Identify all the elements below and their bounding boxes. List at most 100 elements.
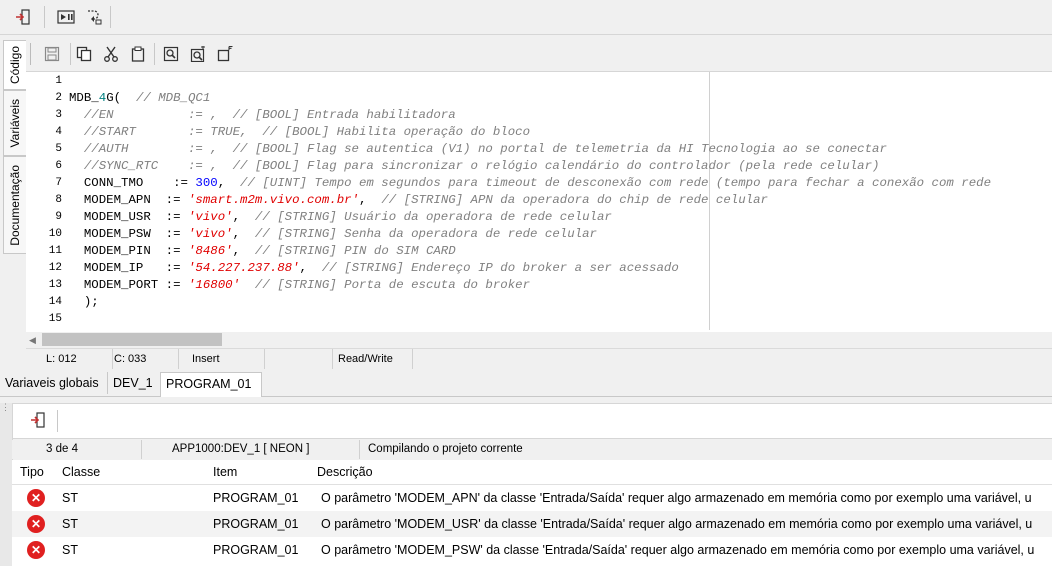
- tab-codigo[interactable]: Código: [3, 40, 26, 90]
- code-token: ,: [299, 261, 322, 275]
- device-info: APP1000:DEV_1 [ NEON ]: [142, 440, 360, 459]
- tab-variaveis-globais[interactable]: Variaveis globais: [0, 372, 108, 394]
- save-icon[interactable]: [42, 44, 62, 64]
- code-line[interactable]: MODEM_IP := '54.227.237.88', // [STRING]…: [69, 260, 679, 277]
- column-header-classe[interactable]: Classe: [54, 460, 206, 485]
- tab-dev-1[interactable]: DEV_1: [108, 372, 161, 394]
- tab-program-01[interactable]: PROGRAM_01: [160, 372, 262, 397]
- table-row[interactable]: ✕ ST PROGRAM_01 O parâmetro 'MODEM_PSW' …: [12, 537, 1052, 563]
- column-header-descricao[interactable]: Descrição: [309, 460, 1052, 485]
- code-token: ,: [232, 227, 255, 241]
- cell-item: PROGRAM_01: [213, 517, 299, 531]
- code-token: 300: [195, 176, 218, 190]
- toolbar-separator: [57, 410, 58, 432]
- column-header-tipo[interactable]: Tipo: [12, 460, 55, 485]
- exit-icon[interactable]: [28, 410, 48, 430]
- messages-statusbar: 3 de 4 APP1000:DEV_1 [ NEON ] Compilando…: [12, 440, 1052, 459]
- code-token: 'vivo': [187, 210, 233, 224]
- table-row[interactable]: ✕ ST PROGRAM_01 O parâmetro 'MODEM_USR' …: [12, 511, 1052, 537]
- code-token: // [STRING] APN da operadora do chip de …: [381, 193, 768, 207]
- messages-toolbar: [12, 403, 1052, 439]
- code-line[interactable]: CONN_TMO := 300, // [UINT] Tempo em segu…: [69, 175, 991, 192]
- code-line[interactable]: //EN := , // [BOOL] Entrada habilitadora: [69, 107, 456, 124]
- code-token: );: [69, 295, 99, 309]
- code-token: CONN_TMO :=: [69, 176, 196, 190]
- scrollbar-thumb[interactable]: [42, 333, 222, 346]
- code-line[interactable]: );: [69, 294, 99, 311]
- code-token: ,: [217, 176, 241, 190]
- line-number: 15: [48, 313, 62, 325]
- tab-variaveis[interactable]: Variáveis: [3, 90, 26, 156]
- code-token: //START := TRUE, // [BOOL] Habilita oper…: [69, 125, 531, 139]
- line-number: 7: [55, 177, 62, 189]
- code-line[interactable]: MDB_4G( // MDB_QC1: [69, 90, 210, 107]
- cursor-column: C: 033: [98, 349, 179, 369]
- toolbar-separator: [44, 6, 45, 28]
- step-into-icon[interactable]: [84, 7, 104, 27]
- code-line[interactable]: //START := TRUE, // [BOOL] Habilita oper…: [69, 124, 530, 141]
- line-number: 2: [55, 92, 62, 104]
- main-toolbar: [0, 0, 1052, 35]
- horizontal-scrollbar[interactable]: ◀: [26, 332, 1052, 347]
- code-token: MODEM_APN :=: [69, 193, 188, 207]
- find-icon[interactable]: [161, 44, 181, 64]
- line-number: 4: [55, 126, 62, 138]
- cell-classe: ST: [62, 543, 78, 557]
- code-token: // [STRING] Senha da operadora de rede c…: [254, 227, 597, 241]
- code-line[interactable]: MODEM_PORT := '16800' // [STRING] Porta …: [69, 277, 530, 294]
- code-line[interactable]: MODEM_APN := 'smart.m2m.vivo.com.br', //…: [69, 192, 768, 209]
- toolbar-separator: [70, 43, 71, 65]
- code-line[interactable]: MODEM_PIN := '8486', // [STRING] PIN do …: [69, 243, 456, 260]
- line-number: 8: [55, 194, 62, 206]
- scroll-left-icon[interactable]: ◀: [29, 335, 36, 346]
- code-token: //EN := , // [BOOL] Entrada habilitadora: [69, 108, 456, 122]
- code-token: // MDB_QC1: [135, 91, 211, 105]
- exit-icon[interactable]: [13, 7, 33, 27]
- error-icon: ✕: [27, 489, 45, 507]
- code-token: G(: [106, 91, 136, 105]
- code-line[interactable]: MODEM_USR := 'vivo', // [STRING] Usuário…: [69, 209, 612, 226]
- code-line[interactable]: //SYNC_RTC := , // [BOOL] Flag para sinc…: [69, 158, 880, 175]
- code-token: MODEM_PSW :=: [69, 227, 188, 241]
- toolbar-grip: [30, 43, 31, 65]
- code-line[interactable]: MODEM_PSW := 'vivo', // [STRING] Senha d…: [69, 226, 597, 243]
- editor-toolbar: [26, 37, 1052, 72]
- code-token: 'vivo': [187, 227, 233, 241]
- cell-classe: ST: [62, 491, 78, 505]
- code-token: '54.227.237.88': [187, 261, 300, 275]
- code-token: MODEM_IP :=: [69, 261, 188, 275]
- tab-documentacao[interactable]: Documentação: [3, 156, 26, 254]
- code-token: MODEM_PIN :=: [69, 244, 188, 258]
- paste-icon[interactable]: [128, 44, 148, 64]
- code-token: MODEM_PORT :=: [69, 278, 188, 292]
- code-token: //AUTH := , // [BOOL] Flag se autentica …: [69, 142, 887, 156]
- panel-grip-icon[interactable]: ⋮: [1, 403, 10, 412]
- code-line[interactable]: //AUTH := , // [BOOL] Flag se autentica …: [69, 141, 887, 158]
- tab-label: Variáveis: [8, 98, 22, 148]
- find-next-icon[interactable]: [215, 44, 235, 64]
- line-number: 5: [55, 143, 62, 155]
- line-number: 11: [48, 245, 62, 257]
- vertical-tab-strip: Código Variáveis Documentação: [0, 36, 26, 370]
- code-editor[interactable]: 1 2 3 4 5 6 7 8 9 10 11 12 13 14 15 MDB_4G( // MDB_QC1…: [26, 72, 1052, 332]
- column-header-item[interactable]: Item: [205, 460, 310, 485]
- code-token: ,: [232, 210, 255, 224]
- code-token: // [UINT] Tempo em segundos para timeout…: [240, 176, 992, 190]
- status-empty: [256, 349, 333, 369]
- line-number: 12: [48, 262, 62, 274]
- code-token: '8486': [187, 244, 233, 258]
- toolbar-separator: [110, 6, 111, 28]
- cut-icon[interactable]: [101, 44, 121, 64]
- replace-icon[interactable]: [188, 44, 208, 64]
- copy-icon[interactable]: [74, 44, 94, 64]
- cell-item: PROGRAM_01: [213, 543, 299, 557]
- editor-statusbar: L: 012 C: 033 Insert Read/Write: [26, 348, 1052, 369]
- message-counter: 3 de 4: [12, 440, 142, 459]
- line-number: 3: [55, 109, 62, 121]
- code-token: // [STRING] Porta de escuta do broker: [254, 278, 531, 292]
- code-token: ,: [359, 193, 382, 207]
- play-pause-icon[interactable]: [56, 7, 76, 27]
- table-row[interactable]: ✕ ST PROGRAM_01 O parâmetro 'MODEM_APN' …: [12, 485, 1052, 511]
- line-number: 13: [48, 279, 62, 291]
